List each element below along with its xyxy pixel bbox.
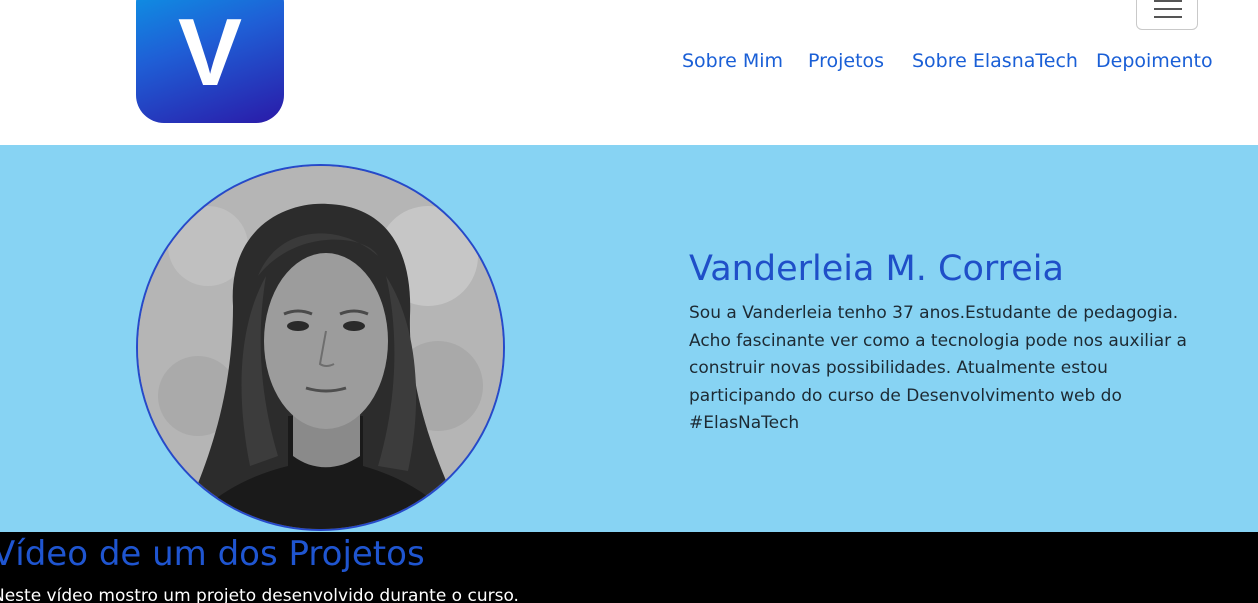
- nav-link-sobre-elasnatech[interactable]: Sobre ElasnaTech: [912, 50, 1078, 72]
- profile-photo: [136, 164, 505, 531]
- hamburger-menu-icon-bar: [1154, 16, 1182, 18]
- profile-section: Vanderleia M. Correia Sou a Vanderleia t…: [0, 145, 1258, 532]
- logo-letter: V: [177, 0, 243, 106]
- portrait-image: [138, 166, 503, 529]
- navbar-toggler-button[interactable]: [1136, 0, 1198, 30]
- profile-bio: Sou a Vanderleia tenho 37 anos.Estudante…: [689, 303, 1187, 433]
- hamburger-menu-icon-bar: [1154, 8, 1182, 10]
- video-section-title: Vídeo de um dos Projetos: [0, 534, 425, 574]
- site-header: V Sobre Mim Projetos Sobre ElasnaTech De…: [0, 0, 1258, 145]
- profile-name: Vanderleia M. Correia: [689, 249, 1064, 289]
- video-section: Vídeo de um dos Projetos Neste vídeo mos…: [0, 532, 1258, 603]
- nav-link-depoimento[interactable]: Depoimento: [1096, 50, 1213, 72]
- video-section-description: Neste vídeo mostro um projeto desenvolvi…: [0, 586, 519, 603]
- nav-link-projetos[interactable]: Projetos: [808, 50, 884, 72]
- hamburger-menu-icon: [1154, 0, 1182, 2]
- brand-logo[interactable]: V: [136, 0, 284, 123]
- nav-link-sobre-mim[interactable]: Sobre Mim: [682, 50, 783, 72]
